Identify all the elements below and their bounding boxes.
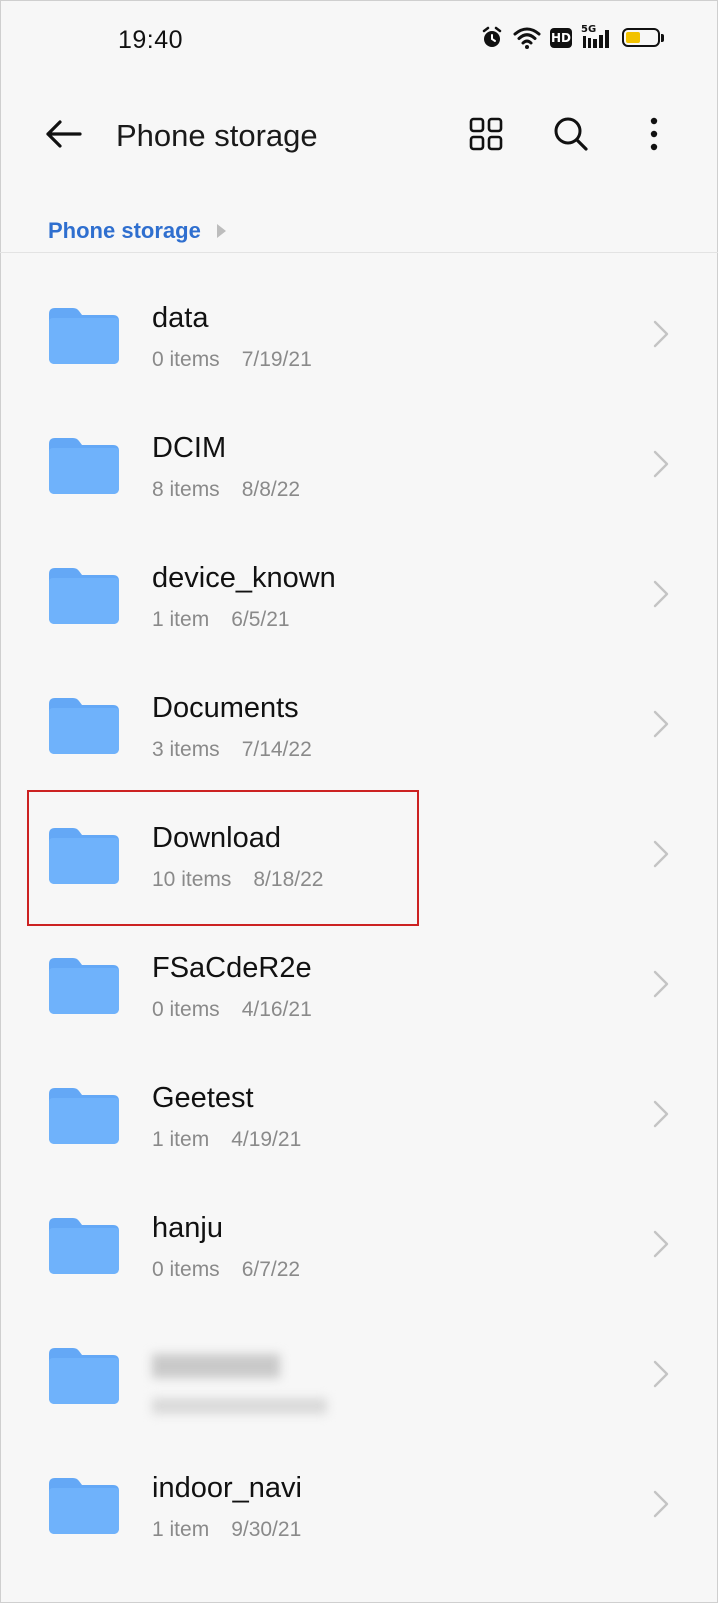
folder-item-count: 0 items — [152, 348, 220, 371]
chevron-right-icon — [653, 1360, 669, 1388]
folder-name — [152, 1354, 280, 1378]
folder-icon — [49, 1478, 119, 1534]
chevron-right-icon — [653, 840, 669, 868]
folder-name: Documents — [152, 692, 299, 724]
status-time: 19:40 — [118, 26, 184, 54]
folder-row[interactable]: indoor_navi 1 item 9/30/21 — [0, 1440, 718, 1570]
folder-meta: 1 item 9/30/21 — [152, 1518, 301, 1542]
divider — [0, 252, 718, 253]
folder-item-count: 3 items — [152, 738, 220, 761]
status-bar: 19:40 HD 5G — [0, 0, 718, 84]
battery-icon — [622, 27, 666, 49]
folder-icon — [49, 1218, 119, 1274]
folder-item-count: 0 items — [152, 1258, 220, 1281]
folder-name: DCIM — [152, 432, 227, 464]
chevron-right-icon — [653, 1490, 669, 1518]
folder-name: data — [152, 302, 209, 334]
folder-icon — [49, 1348, 119, 1404]
view-toggle-button[interactable] — [462, 110, 510, 158]
folder-row[interactable]: data 0 items 7/19/21 — [0, 270, 718, 400]
more-options-button[interactable] — [630, 110, 678, 158]
folder-icon — [49, 438, 119, 494]
folder-date: 8/8/22 — [241, 478, 301, 501]
folder-item-count: 1 item — [152, 608, 210, 631]
alarm-icon — [482, 26, 502, 47]
chevron-right-icon — [653, 1100, 669, 1128]
folder-row[interactable]: FSaCdeR2e 0 items 4/16/21 — [0, 920, 718, 1050]
grid-view-icon — [469, 117, 503, 151]
folder-row[interactable]: DCIM 8 items 8/8/22 — [0, 400, 718, 530]
chevron-right-icon — [653, 320, 669, 348]
folder-meta — [152, 1398, 327, 1414]
search-icon — [554, 117, 588, 151]
folder-item-count: 1 item — [152, 1518, 210, 1541]
folder-date: 4/19/21 — [231, 1128, 302, 1151]
folder-name: indoor_navi — [152, 1472, 302, 1504]
folder-item-count: 8 items — [152, 478, 220, 501]
folder-meta: 0 items 4/16/21 — [152, 998, 312, 1022]
wifi-icon — [513, 27, 541, 49]
network-label: 5G — [581, 24, 597, 35]
folder-icon — [49, 958, 119, 1014]
chevron-right-icon — [653, 450, 669, 478]
folder-name: device_known — [152, 562, 336, 594]
app-header: Phone storage — [0, 90, 718, 180]
folder-row[interactable]: Documents 3 items 7/14/22 — [0, 660, 718, 790]
folder-meta: 0 items 6/7/22 — [152, 1258, 300, 1282]
breadcrumb: Phone storage — [48, 218, 227, 244]
folder-name: FSaCdeR2e — [152, 952, 312, 984]
folder-date: 9/30/21 — [231, 1518, 302, 1541]
page-title: Phone storage — [116, 118, 318, 153]
folder-row[interactable]: device_known 1 item 6/5/21 — [0, 530, 718, 660]
hd-icon: HD — [550, 28, 572, 48]
more-vert-icon — [650, 117, 658, 151]
folder-item-count: 1 item — [152, 1128, 210, 1151]
folder-meta: 8 items 8/8/22 — [152, 478, 300, 502]
search-button[interactable] — [547, 110, 595, 158]
back-button[interactable] — [40, 110, 88, 158]
folder-date: 6/7/22 — [241, 1258, 301, 1281]
folder-meta: 1 item 6/5/21 — [152, 608, 290, 632]
folder-icon — [49, 308, 119, 364]
folder-date: 7/19/21 — [241, 348, 312, 371]
folder-row[interactable]: hanju 0 items 6/7/22 — [0, 1180, 718, 1310]
folder-date: 4/16/21 — [241, 998, 312, 1021]
folder-icon — [49, 1088, 119, 1144]
folder-meta: 0 items 7/19/21 — [152, 348, 312, 372]
folder-icon — [49, 568, 119, 624]
folder-name: Geetest — [152, 1082, 254, 1114]
folder-meta: 1 item 4/19/21 — [152, 1128, 301, 1152]
folder-row[interactable] — [0, 1310, 718, 1440]
highlight-box — [27, 790, 419, 926]
folder-icon — [49, 698, 119, 754]
status-icons: HD 5G — [480, 24, 666, 50]
chevron-right-icon — [653, 970, 669, 998]
5g-signal-icon: 5G — [581, 24, 613, 49]
folder-name: hanju — [152, 1212, 223, 1244]
chevron-right-icon — [653, 1230, 669, 1258]
folder-meta: 3 items 7/14/22 — [152, 738, 312, 762]
back-arrow-icon — [46, 120, 82, 148]
chevron-right-icon — [653, 580, 669, 608]
folder-date: 7/14/22 — [241, 738, 312, 761]
breadcrumb-arrow-icon — [216, 224, 226, 238]
folder-date: 6/5/21 — [231, 608, 290, 631]
folder-item-count: 0 items — [152, 998, 220, 1021]
chevron-right-icon — [653, 710, 669, 738]
breadcrumb-item-phone-storage[interactable]: Phone storage — [48, 218, 201, 244]
folder-row[interactable]: Geetest 1 item 4/19/21 — [0, 1050, 718, 1180]
